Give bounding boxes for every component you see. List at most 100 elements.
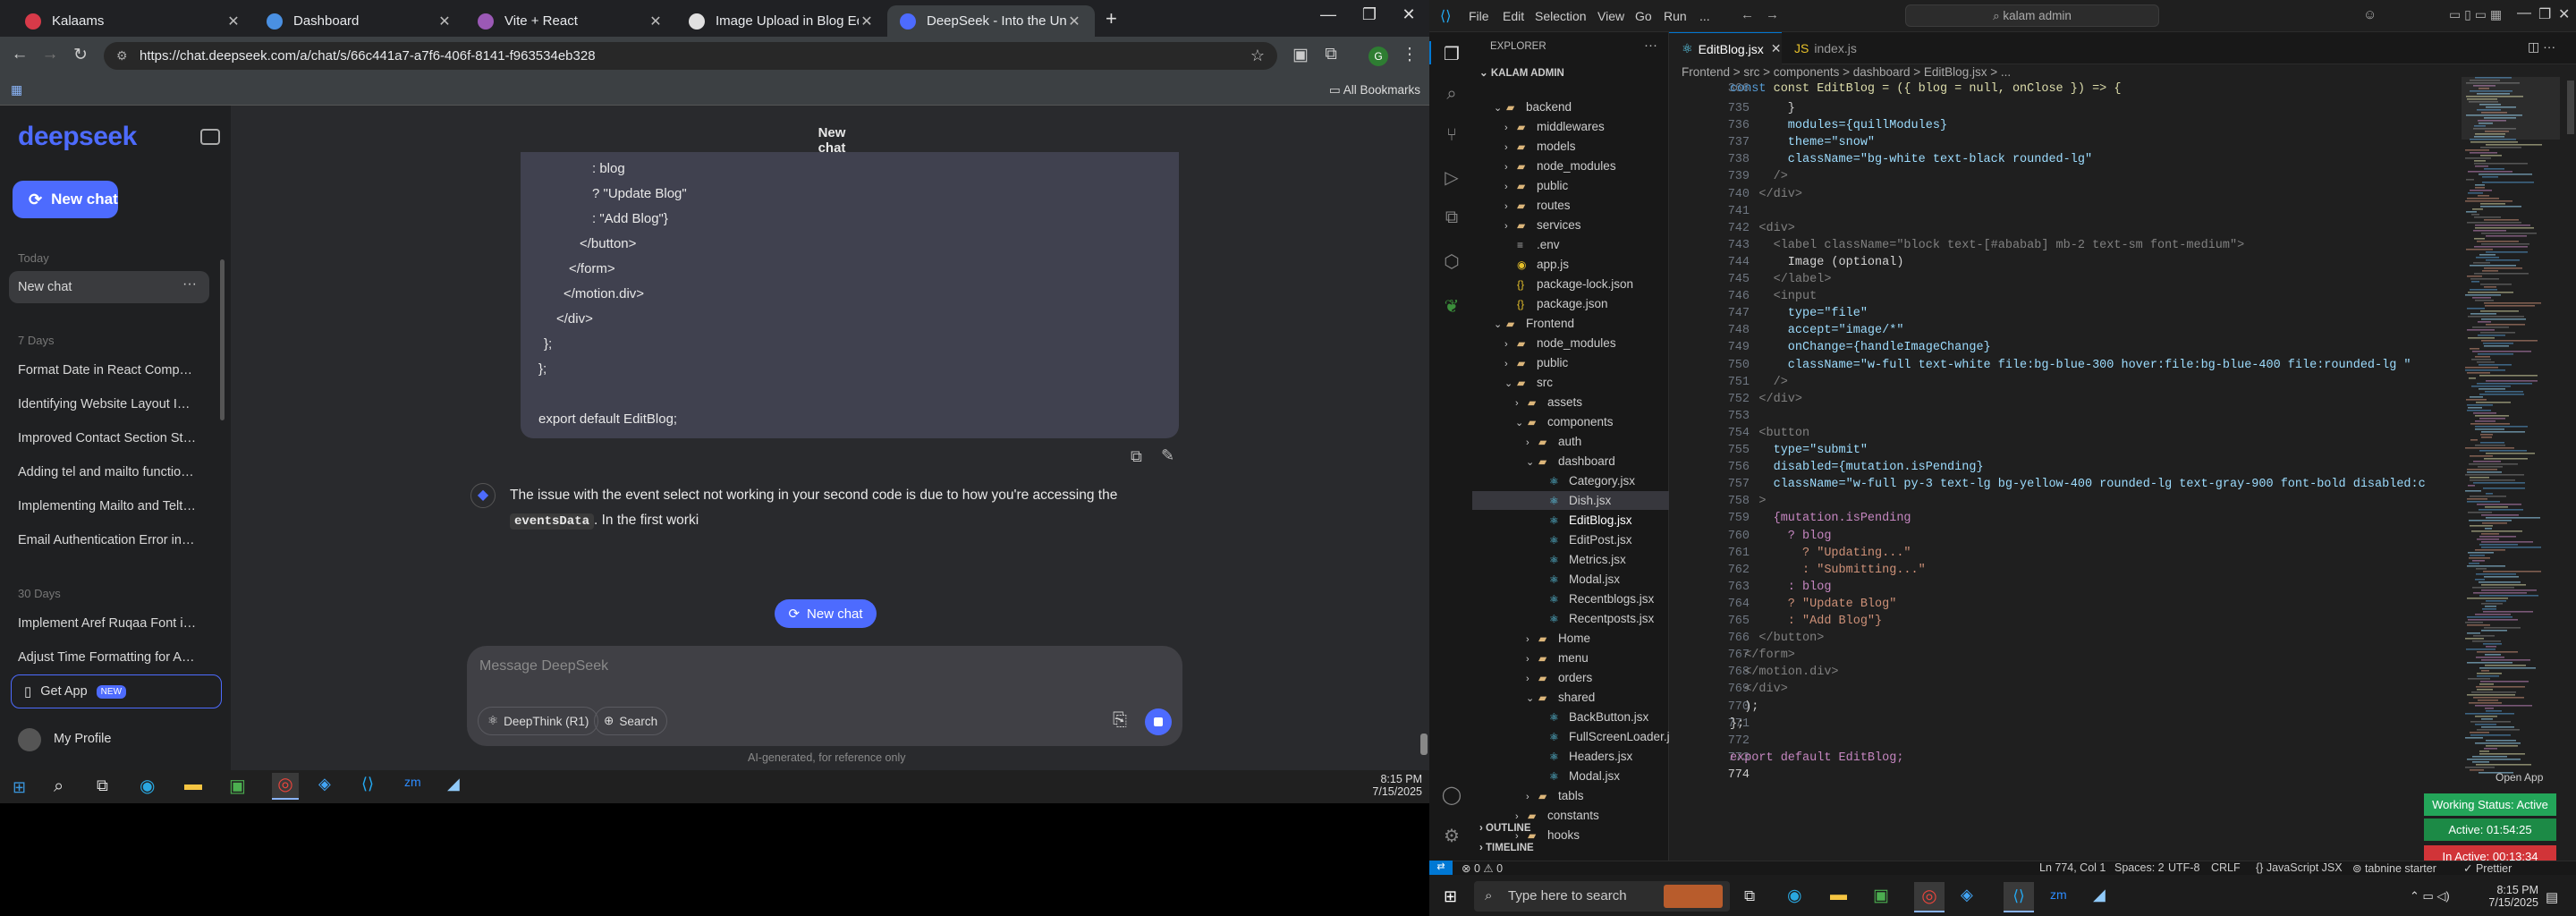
address-bar[interactable]: ⚙ https://chat.deepseek.com/a/chat/s/66c… — [104, 42, 1277, 70]
reload-icon[interactable]: ↻ — [68, 45, 93, 65]
menu-view[interactable]: View — [1597, 9, 1624, 23]
floating-new-chat-button[interactable]: ⟳ New chat — [775, 599, 877, 628]
chat-history-item[interactable]: Implement Aref Ruqaa Font in R — [18, 616, 197, 631]
new-tab-button[interactable]: + — [1106, 7, 1117, 30]
extensions-icon[interactable]: ⧉ — [1441, 208, 1462, 229]
tree-folder[interactable]: › ▰ node_modules — [1504, 336, 1616, 350]
cursor-position[interactable]: Ln 774, Col 1 — [2039, 861, 2106, 874]
app-icon[interactable]: ◈ — [318, 775, 331, 793]
close-tab-icon[interactable]: ✕ — [859, 13, 875, 30]
chat-history-item[interactable]: Implementing Mailto and Telto F — [18, 499, 197, 513]
nav-back-icon[interactable]: ← — [1741, 7, 1754, 22]
chrome-taskbar-icon[interactable]: ◎ — [1914, 882, 1945, 912]
encoding[interactable]: UTF-8 — [2168, 861, 2199, 874]
tree-file[interactable]: ⚛ Modal.jsx — [1537, 769, 1620, 783]
tree-folder[interactable]: › ▰ node_modules — [1504, 159, 1616, 173]
run-debug-icon[interactable]: ▷ — [1441, 166, 1462, 188]
more-options-icon[interactable]: ··· — [182, 276, 197, 293]
menu-file[interactable]: File — [1469, 9, 1489, 23]
outline-section[interactable]: › OUTLINE — [1479, 823, 1531, 834]
extensions-puzzle-icon[interactable]: ⧉ — [1318, 45, 1343, 64]
tree-folder[interactable]: ⌄ ▰ dashboard — [1526, 454, 1615, 468]
apps-grid-icon[interactable]: ▦ — [11, 82, 22, 98]
command-center-search[interactable]: ⌕ kalam admin — [1905, 4, 2159, 27]
tab-deepseek[interactable]: DeepSeek - Into the Unknown ✕ — [887, 5, 1095, 37]
maximize-icon[interactable]: ❐ — [1349, 5, 1390, 24]
menu-go[interactable]: Go — [1635, 9, 1652, 23]
menu-more[interactable]: ... — [1699, 9, 1710, 23]
close-tab-icon[interactable]: ✕ — [1066, 13, 1082, 30]
minimap-viewport[interactable] — [2462, 77, 2560, 140]
split-editor-icon[interactable]: ◫ ··· — [2528, 39, 2555, 55]
menu-run[interactable]: Run — [1664, 9, 1687, 23]
tree-file[interactable]: ⚛ BackButton.jsx — [1537, 710, 1648, 724]
chat-history-item[interactable]: Adjust Time Formatting for AM/I — [18, 650, 197, 665]
mongodb-icon[interactable]: ❦ — [1441, 295, 1462, 317]
page-scrollbar[interactable] — [1420, 734, 1428, 755]
explorer-icon[interactable]: ❐ — [1441, 43, 1462, 64]
tabnine-status[interactable]: ⊚ tabnine starter — [2352, 861, 2436, 875]
tree-folder[interactable]: › ▰ models — [1504, 140, 1576, 153]
chat-history-item[interactable]: Format Date in React Componen — [18, 363, 197, 377]
tree-file[interactable]: ⚛ Modal.jsx — [1537, 572, 1620, 586]
tree-file[interactable]: ⚛ FullScreenLoader.jsx — [1537, 730, 1682, 743]
system-tray-icons[interactable]: ⌃ ▭ ◁) — [2410, 889, 2450, 903]
search-icon[interactable]: ⌕ — [54, 776, 64, 797]
tree-folder[interactable]: › ▰ menu — [1526, 651, 1589, 665]
tree-file[interactable]: ⚛ Headers.jsx — [1537, 750, 1632, 763]
app-icon[interactable]: ◈ — [1961, 886, 1973, 904]
edge-icon[interactable]: ◉ — [140, 775, 155, 797]
tree-folder[interactable]: ⌄ ▰ backend — [1494, 100, 1572, 114]
tab-kalaams[interactable]: Kalaams ✕ — [13, 5, 254, 37]
zoom-taskbar-icon[interactable]: zm — [404, 775, 421, 789]
tree-folder[interactable]: › ▰ services — [1504, 218, 1581, 232]
close-tab-icon[interactable]: ✕ — [1771, 41, 1782, 56]
maximize-icon[interactable]: ❐ — [2538, 5, 2551, 23]
stop-button[interactable] — [1145, 708, 1172, 735]
tree-folder[interactable]: › ▰ assets — [1515, 395, 1582, 409]
layout-icons[interactable]: ▭ ▯ ▭ ▦ — [2449, 7, 2502, 22]
end-of-line[interactable]: CRLF — [2211, 861, 2241, 874]
chrome-taskbar-icon[interactable]: ◎ — [272, 773, 299, 800]
copilot-icon[interactable]: ☺ — [2363, 7, 2377, 22]
store-icon[interactable]: ▣ — [1873, 886, 1889, 906]
accounts-icon[interactable]: ◯ — [1441, 784, 1462, 805]
menu-selection[interactable]: Selection — [1535, 9, 1587, 23]
app-taskbar-icon[interactable]: ◢ — [447, 775, 460, 793]
task-view-icon[interactable]: ⧉ — [1744, 887, 1755, 905]
file-explorer-icon[interactable]: ▬ — [1830, 886, 1847, 905]
tree-file[interactable]: ⚛ EditBlog.jsx — [1537, 513, 1632, 527]
tree-folder[interactable]: › ▰ middlewares — [1504, 120, 1605, 133]
tree-folder[interactable]: › ▰ tabls — [1526, 789, 1584, 802]
tree-file[interactable]: {} package-lock.json — [1504, 277, 1633, 291]
profile-avatar[interactable]: G — [1368, 47, 1388, 66]
open-app-link[interactable]: Open App — [2496, 771, 2543, 784]
get-app-button[interactable]: ▯ Get App NEW — [11, 674, 222, 708]
tree-folder[interactable]: › ▰ auth — [1526, 435, 1581, 448]
menu-edit[interactable]: Edit — [1503, 9, 1524, 23]
search-icon[interactable]: ⌕ — [1441, 84, 1462, 106]
minimize-icon[interactable]: — — [1308, 5, 1349, 24]
collapse-sidebar-icon[interactable] — [200, 129, 220, 145]
tree-folder[interactable]: ⌄ ▰ Frontend — [1494, 317, 1574, 330]
minimap[interactable] — [2462, 77, 2560, 778]
editor-tab-editblog[interactable]: ⚛ EditBlog.jsx ✕ — [1669, 32, 1782, 64]
message-input[interactable]: Message DeepSeek ⚛ DeepThink (R1) ⊕ Sear… — [467, 646, 1182, 746]
vscode-taskbar-icon[interactable]: ⟨⟩ — [2004, 882, 2034, 912]
tab-vite-react[interactable]: Vite + React ✕ — [465, 5, 676, 37]
forward-icon[interactable]: → — [38, 45, 63, 64]
indentation[interactable]: Spaces: 2 — [2114, 861, 2165, 874]
tree-folder[interactable]: › ▰ public — [1504, 356, 1568, 369]
new-chat-button[interactable]: ⟳ New chat — [13, 181, 118, 218]
remote-indicator-icon[interactable]: ⇄ — [1429, 861, 1453, 875]
taskbar-search[interactable]: ⌕ Type here to search — [1474, 881, 1730, 912]
back-icon[interactable]: ← — [7, 45, 32, 64]
chat-history-item[interactable]: Email Authentication Error in No — [18, 533, 197, 547]
tree-file[interactable]: ≡ .env — [1504, 238, 1560, 251]
tree-folder[interactable]: › ▰ orders — [1526, 671, 1592, 684]
tree-file[interactable]: ◉ app.js — [1504, 258, 1569, 271]
chat-history-item[interactable]: Improved Contact Section Stylin — [18, 431, 197, 445]
tree-folder[interactable]: ⌄ ▰ src — [1504, 376, 1553, 389]
tree-file[interactable]: ⚛ Metrics.jsx — [1537, 553, 1626, 566]
editor-tab-index[interactable]: JS index.js — [1782, 32, 1880, 64]
